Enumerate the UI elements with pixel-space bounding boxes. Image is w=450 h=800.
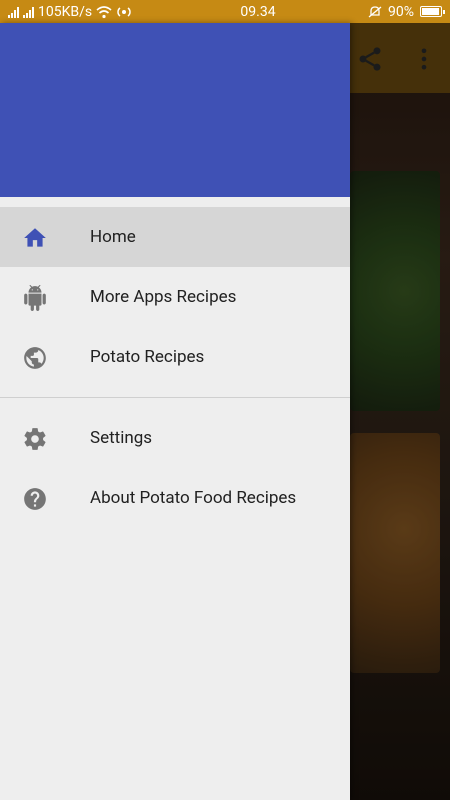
status-left: 105KB/s — [8, 4, 188, 20]
globe-icon — [24, 347, 46, 369]
drawer-list: Home More Apps Recipes Potato Recipes Se… — [0, 197, 350, 528]
navigation-drawer: Home More Apps Recipes Potato Recipes Se… — [0, 23, 350, 800]
gear-icon — [24, 428, 46, 450]
nav-item-settings[interactable]: Settings — [0, 408, 350, 468]
signal-icon — [8, 6, 19, 18]
status-right: 90% — [368, 3, 445, 20]
android-icon — [24, 285, 46, 311]
wifi-icon — [96, 5, 112, 18]
drawer-divider — [0, 397, 350, 398]
nav-item-more-apps[interactable]: More Apps Recipes — [0, 267, 350, 327]
nav-item-label: Potato Recipes — [90, 347, 205, 367]
status-time: 09.34 — [240, 3, 276, 20]
nav-item-potato-recipes[interactable]: Potato Recipes — [0, 327, 350, 387]
nav-item-label: Home — [90, 227, 136, 247]
nav-item-home[interactable]: Home — [0, 207, 350, 267]
drawer-header — [0, 23, 350, 197]
battery-icon — [420, 6, 445, 17]
alarm-icon — [368, 5, 382, 17]
battery-percent: 90% — [388, 3, 414, 20]
home-icon — [24, 228, 46, 247]
nav-item-label: Settings — [90, 428, 153, 448]
signal-icon-2 — [23, 6, 34, 18]
status-bar: 105KB/s 09.34 90% — [0, 0, 450, 23]
hotspot-icon — [117, 6, 131, 17]
network-speed: 105KB/s — [38, 3, 93, 20]
nav-item-label: More Apps Recipes — [90, 287, 237, 307]
nav-item-about[interactable]: About Potato Food Recipes — [0, 468, 350, 528]
nav-item-label: About Potato Food Recipes — [90, 488, 297, 508]
help-icon — [24, 488, 46, 510]
